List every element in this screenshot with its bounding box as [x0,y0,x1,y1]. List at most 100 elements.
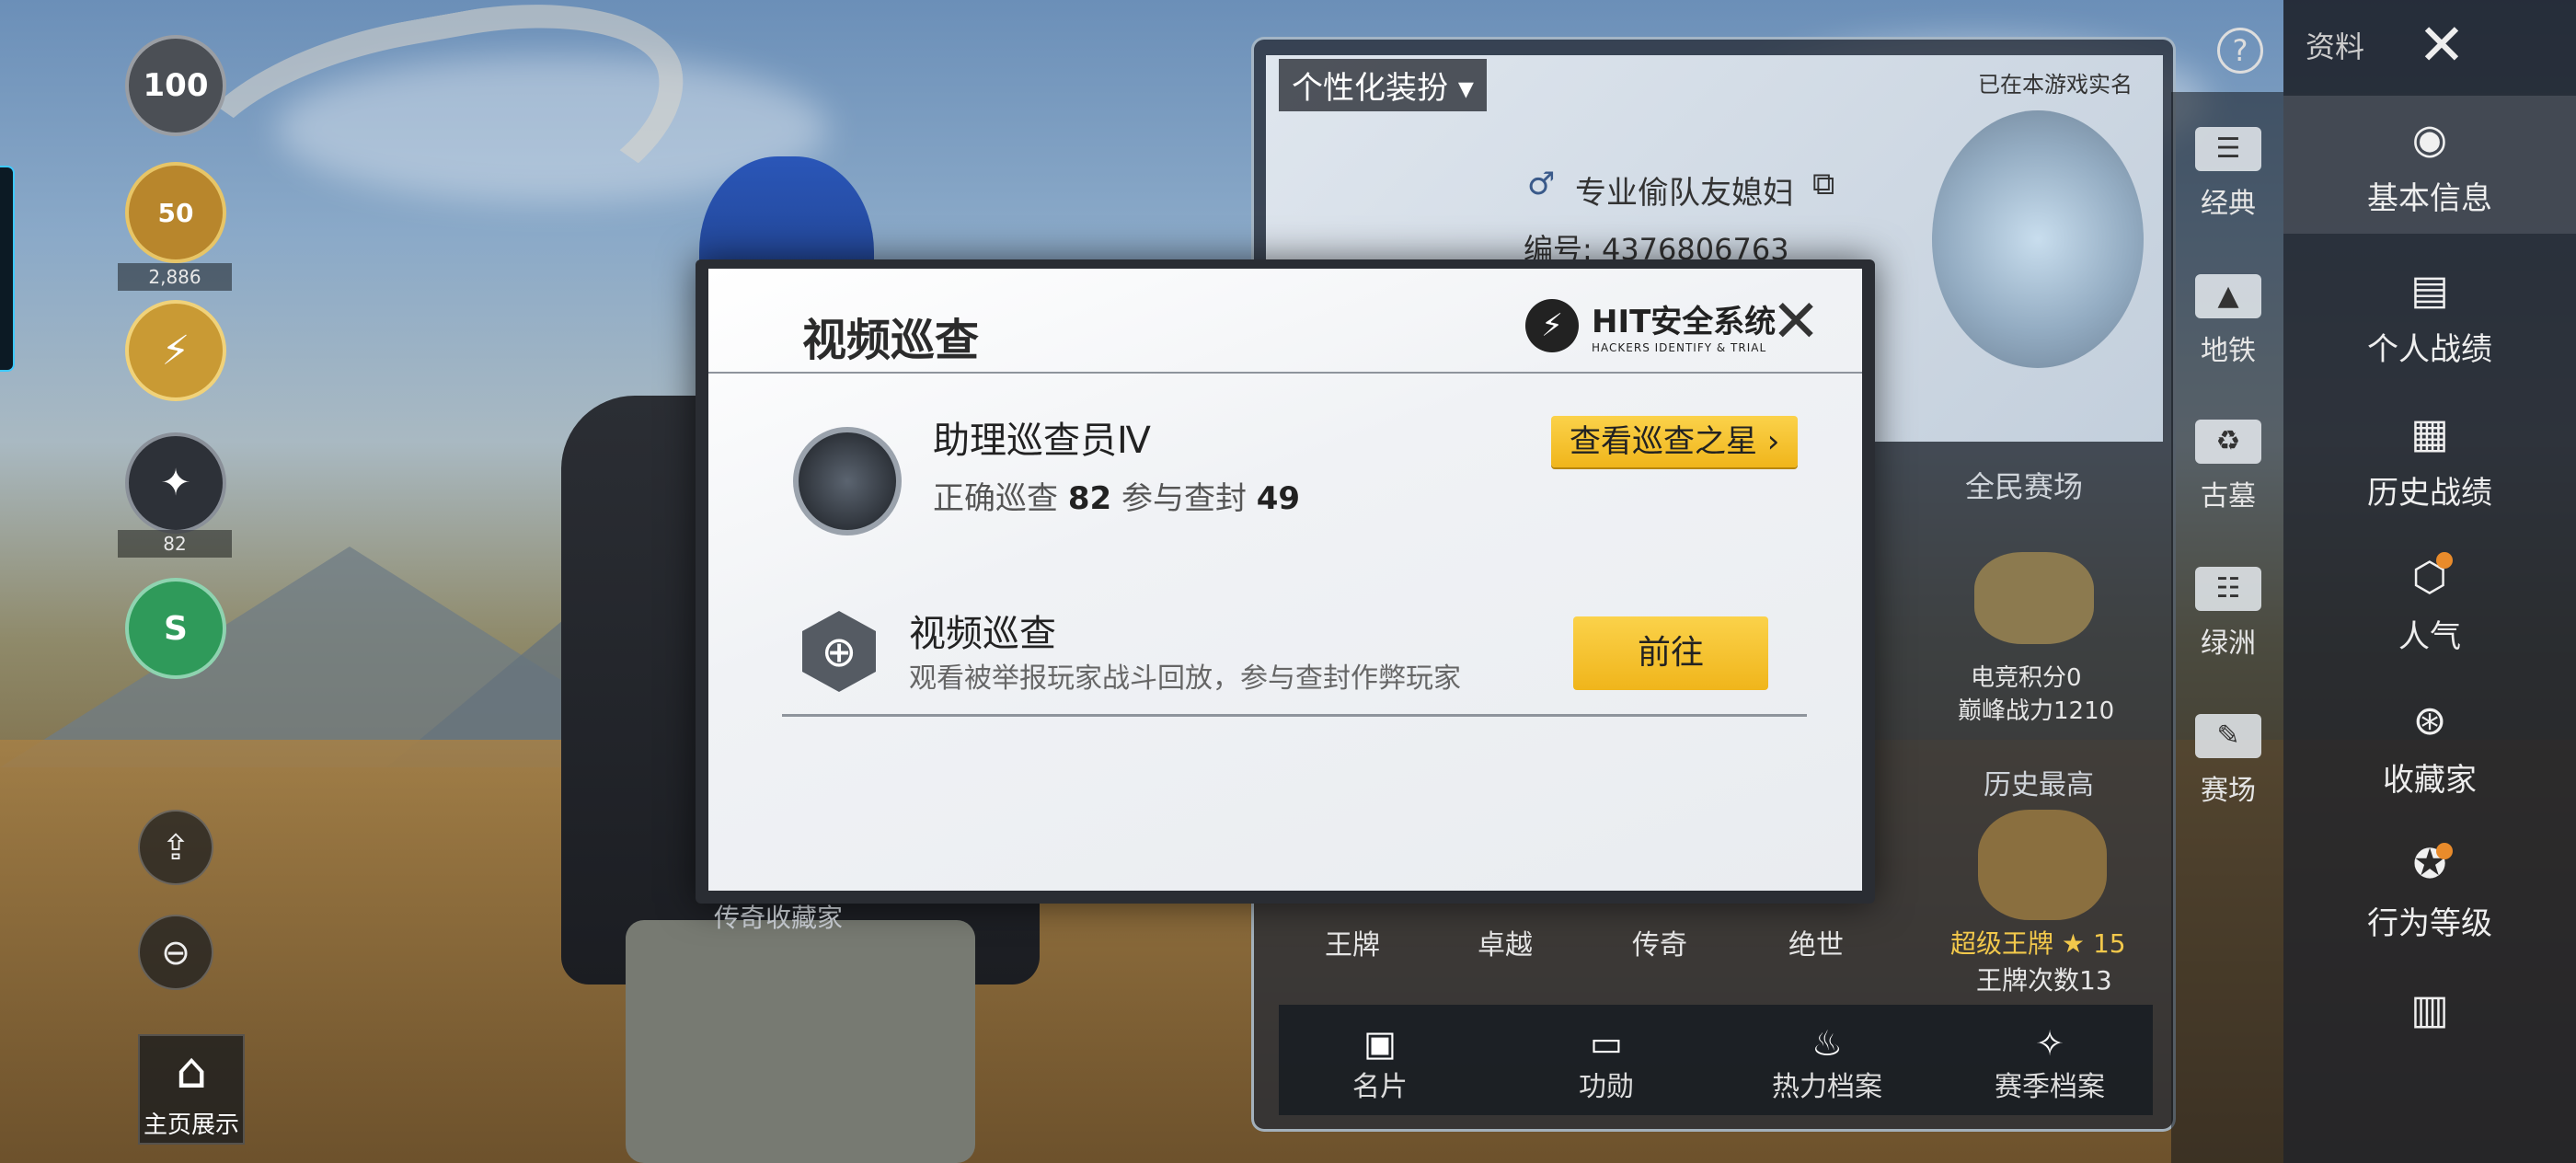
go-button[interactable]: 前往 [1573,616,1768,690]
zoom-out-button[interactable]: ⊖ [138,915,213,990]
tab-label: 名片 [1352,1071,1408,1103]
history-title: 历史最高 [1984,769,2094,801]
emblem-count: 82 [118,530,232,558]
hit-logo-icon: ⚡ [1525,298,1579,352]
stats-icon: ▤ [2410,267,2449,314]
history-emblem-icon [1978,810,2107,920]
tomb-icon: ♻ [2195,420,2261,464]
peak-power: 巅峰战力1210 [1958,697,2115,725]
tier-label: 绝世 [1788,929,1844,961]
nav-label: 行为等级 [2367,905,2492,942]
close-icon: ✕ [2418,11,2466,78]
tab-label: 热力档案 [1772,1071,1882,1103]
tab-merit[interactable]: ▭ 功勋 [1579,1023,1634,1104]
profile-icon: ◉ [2411,116,2448,163]
tier-label: 王牌 [1325,929,1380,961]
nav-map-label: 古墓 [2201,480,2256,512]
nav-collector[interactable]: ⊛ 收藏家 [2283,696,2576,800]
nav-basic-info[interactable]: ◉ 基本信息 [2283,96,2576,234]
help-icon: ? [2232,33,2248,68]
tab-label: 赛季档案 [1995,1071,2105,1103]
notification-dot [2436,552,2453,569]
super-ace-level: 15 [2092,928,2126,959]
history-icon: ▦ [2410,410,2449,457]
title-plate: 传奇收藏家 [714,903,844,933]
feature-title: 视频巡查 [909,613,1056,655]
modal-title: 视频巡查 [802,315,980,366]
nav-behavior[interactable]: ✪ 行为等级 [2283,839,2576,943]
mode-title: 全民赛场 [1965,469,2084,504]
nav-label: 历史战绩 [2367,475,2492,512]
view-patrol-stars-button[interactable]: 查看巡查之星 › [1551,416,1799,467]
ban-label: 参与查封 [1121,480,1247,517]
nav-popularity[interactable]: ⬡ 人气 [2283,552,2576,656]
modal-close-button[interactable]: ✕ [1766,293,1825,353]
level-badge-value: 100 [143,67,209,104]
nav-label: 人气 [2398,618,2461,655]
nav-map-oasis[interactable]: ☷ 绿洲 [2182,567,2274,661]
nav-more[interactable]: ▥ [2283,985,2576,1036]
hit-logo-subtext: HACKERS IDENTIFY & TRIAL [1592,341,1767,354]
super-ace-row: 超级王牌 ★ 15 [1950,924,2126,961]
home-icon: ⌂ [175,1042,208,1100]
dragon-decoration [157,0,707,301]
lightning-badge-icon[interactable]: ⚡ [125,300,226,401]
modal-body: 视频巡查 ⚡ HIT安全系统 HACKERS IDENTIFY & TRIAL … [708,269,1862,891]
nav-map-tomb[interactable]: ♻ 古墓 [2182,420,2274,513]
character-legs [626,920,975,1163]
home-display-button[interactable]: ⌂ 主页展示 [138,1034,245,1145]
nav-personal-stats[interactable]: ▤ 个人战绩 [2283,265,2576,369]
tab-season[interactable]: ✧ 赛季档案 [1995,1023,2105,1104]
nav-label: 收藏家 [2383,762,2477,799]
outfit-dropdown[interactable]: 个性化装扮 ▾ [1279,59,1487,111]
card-icon: ☰ [2195,127,2261,171]
star-icon: ★ [2061,928,2093,959]
crosshair-icon: ⊕ [802,611,876,692]
nav-map-arena[interactable]: ✎ 赛场 [2182,714,2274,808]
gender-icon: ♂ [1527,166,1556,202]
help-button[interactable]: ? [2217,28,2263,74]
divider [708,372,1862,374]
tier-label: 卓越 [1478,929,1533,961]
correct-label: 正确巡查 [933,480,1058,517]
nav-map-classic[interactable]: ☰ 经典 [2182,127,2274,221]
zoom-out-icon: ⊖ [161,932,190,973]
arena-icon: ✎ [2195,714,2261,758]
nav-history[interactable]: ▦ 历史战绩 [2283,409,2576,512]
realname-status: 已在本游戏实名 [1978,72,2133,98]
mode-emblem-icon [1974,552,2094,644]
season-icon: ✧ [2035,1023,2064,1064]
video-patrol-modal: 视频巡查 ⚡ HIT安全系统 HACKERS IDENTIFY & TRIAL … [696,259,1875,904]
tier-count: 2,886 [118,263,232,291]
side-tab[interactable] [0,166,15,372]
tier-badge[interactable]: 50 [125,162,226,263]
divider [782,714,1807,717]
share-button[interactable]: ⇪ [138,810,213,885]
copy-icon[interactable]: ⧉ [1812,166,1834,202]
mountain-icon: ▲ [2195,274,2261,318]
ace-count: 王牌次数13 [1976,965,2112,996]
tier-badge-value: 50 [157,197,194,228]
nav-label: 个人战绩 [2367,331,2492,368]
tab-heat[interactable]: ♨ 热力档案 [1772,1023,1882,1104]
tab-label: 功勋 [1579,1071,1634,1103]
hit-logo-text: HIT安全系统 [1592,304,1777,340]
nav-map-label: 绿洲 [2201,628,2256,660]
ban-value: 49 [1256,480,1301,517]
nickname: 专业偷队友媳妇 [1575,175,1794,212]
rank-crest-icon [1932,110,2144,368]
level-badge[interactable]: 100 [125,35,226,136]
tab-card[interactable]: ▣ 名片 [1352,1023,1408,1104]
close-button[interactable]: ✕ [2405,13,2478,77]
nav-map-label: 地铁 [2201,335,2256,367]
super-ace-label: 超级王牌 [1950,928,2054,959]
hit-logo: ⚡ HIT安全系统 HACKERS IDENTIFY & TRIAL [1525,296,1776,354]
home-display-label: 主页展示 [143,1111,239,1139]
patrol-rank-icon [793,427,902,535]
shield-badge[interactable]: S [125,578,226,679]
feature-description: 观看被举报玩家战斗回放，参与查封作弊玩家 [909,662,1461,695]
nav-map-label: 经典 [2201,188,2256,220]
shield-letter: S [164,609,188,648]
nav-map-metro[interactable]: ▲ 地铁 [2182,274,2274,368]
emblem-icon[interactable]: ✦ [125,432,226,534]
